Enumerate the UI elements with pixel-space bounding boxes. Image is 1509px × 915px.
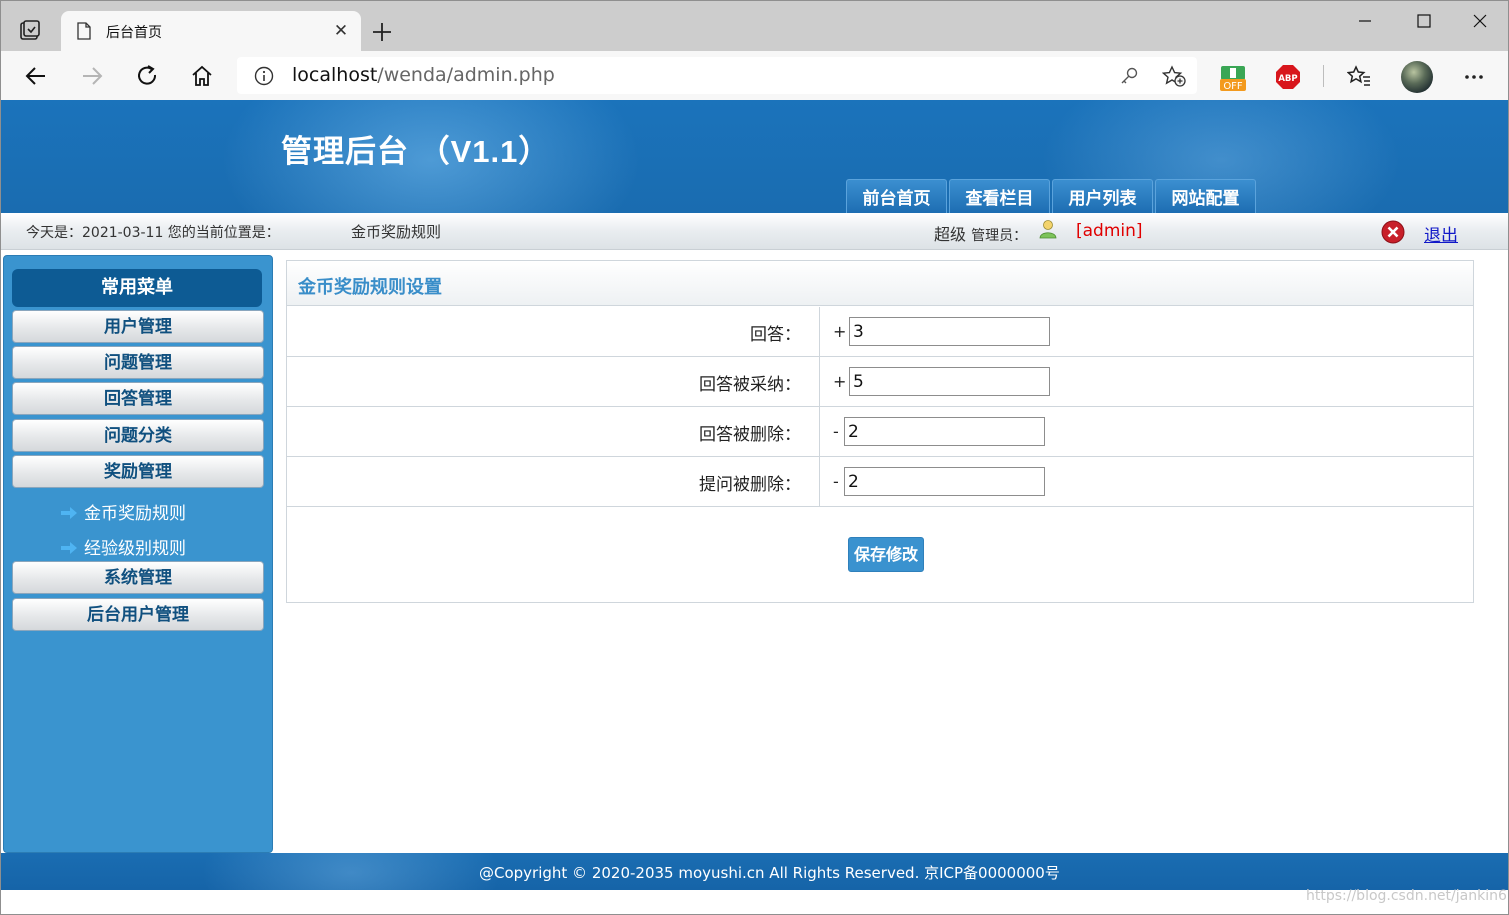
refresh-icon[interactable] bbox=[134, 63, 160, 89]
field-label: 回答被采纳： bbox=[699, 375, 801, 395]
sidebar-subitem-label: 金币奖励规则 bbox=[84, 504, 186, 524]
home-icon[interactable] bbox=[189, 63, 215, 89]
nav-front-home[interactable]: 前台首页 bbox=[846, 179, 947, 213]
sidebar-item-admin-user-management[interactable]: 后台用户管理 bbox=[12, 598, 264, 631]
toolbar-divider bbox=[1323, 65, 1324, 87]
admin-title: 管理后台 （V1.1） bbox=[281, 134, 551, 169]
sidebar-item-system-management[interactable]: 系统管理 bbox=[12, 561, 264, 594]
form-row-question-deleted: 提问被删除： - bbox=[287, 457, 1473, 507]
copyright-text: @Copyright © 2020-2035 moyushi.cn All Ri… bbox=[479, 864, 1060, 882]
role-prefix: 超级 bbox=[934, 225, 967, 244]
new-tab-icon[interactable] bbox=[369, 19, 395, 45]
logout-icon[interactable] bbox=[1381, 220, 1405, 244]
field-label: 回答： bbox=[750, 325, 801, 345]
sign-plus: + bbox=[833, 372, 847, 391]
sign-minus: - bbox=[833, 472, 839, 491]
role-suffix: 管理员： bbox=[971, 228, 1028, 244]
footer-glow bbox=[201, 853, 501, 890]
sign-plus: + bbox=[833, 322, 847, 341]
logout-link[interactable]: 退出 bbox=[1424, 221, 1458, 246]
tab-close-icon[interactable]: ✕ bbox=[331, 21, 351, 41]
url-text[interactable]: localhost/wenda/admin.php bbox=[292, 64, 555, 86]
browser-tab[interactable]: 后台首页 ✕ bbox=[61, 11, 361, 51]
reward-settings-panel: 金币奖励规则设置 回答： + 回答被采纳： + 回答被删除： - 提问被删除： … bbox=[286, 260, 1474, 603]
key-icon[interactable] bbox=[1119, 66, 1139, 86]
info-icon[interactable] bbox=[254, 66, 274, 86]
label-cell: 回答： bbox=[287, 307, 820, 356]
profile-avatar[interactable] bbox=[1401, 61, 1433, 93]
answer-accepted-coin-input[interactable] bbox=[849, 367, 1050, 396]
field-label: 提问被删除： bbox=[699, 475, 801, 495]
current-username: [admin] bbox=[1076, 221, 1143, 241]
sidebar-subitem-coin-rules[interactable]: 金币奖励规则 bbox=[60, 499, 186, 524]
tab-strip: 后台首页 ✕ bbox=[1, 1, 1508, 51]
window-close-icon[interactable] bbox=[1457, 9, 1503, 33]
sidebar-item-question-management[interactable]: 问题管理 bbox=[12, 346, 264, 379]
status-date: 今天是：2021-03-11 您的当前位置是： bbox=[26, 225, 280, 241]
maximize-icon[interactable] bbox=[1401, 9, 1447, 33]
favorites-icon[interactable] bbox=[1347, 64, 1371, 88]
form-row-answer: 回答： + bbox=[287, 307, 1473, 357]
sidebar-item-answer-management[interactable]: 回答管理 bbox=[12, 382, 264, 415]
sidebar-item-reward-management[interactable]: 奖励管理 bbox=[12, 455, 264, 488]
answer-deleted-coin-input[interactable] bbox=[844, 417, 1045, 446]
admin-header: 管理后台 （V1.1） 前台首页 查看栏目 用户列表 网站配置 bbox=[1, 100, 1508, 213]
current-location: 金币奖励规则 bbox=[351, 223, 442, 241]
arrow-right-icon bbox=[61, 542, 77, 554]
form-row-answer-accepted: 回答被采纳： + bbox=[287, 357, 1473, 407]
sidebar-item-user-management[interactable]: 用户管理 bbox=[12, 310, 264, 343]
label-cell: 回答被采纳： bbox=[287, 357, 820, 406]
tab-actions-icon[interactable] bbox=[19, 20, 41, 42]
watermark: https://blog.csdn.net/jankin6 bbox=[1306, 888, 1507, 904]
answer-coin-input[interactable] bbox=[849, 317, 1050, 346]
panel-header: 金币奖励规则设置 bbox=[287, 261, 1473, 306]
page-icon bbox=[77, 22, 91, 40]
sidebar: 常用菜单 用户管理 问题管理 回答管理 问题分类 奖励管理 金币奖励规则 经验级… bbox=[3, 255, 273, 853]
adblock-icon[interactable]: ABP bbox=[1275, 64, 1301, 90]
label-cell: 提问被删除： bbox=[287, 457, 820, 506]
minimize-icon[interactable] bbox=[1341, 9, 1387, 33]
nav-view-columns[interactable]: 查看栏目 bbox=[949, 179, 1050, 213]
add-favorite-icon[interactable] bbox=[1162, 65, 1186, 87]
sidebar-header: 常用菜单 bbox=[12, 269, 262, 307]
field-label: 回答被删除： bbox=[699, 425, 801, 445]
sign-minus: - bbox=[833, 422, 839, 441]
adblock-label: ABP bbox=[1278, 74, 1297, 84]
extension-off-label: OFF bbox=[1223, 81, 1243, 92]
footer: @Copyright © 2020-2035 moyushi.cn All Ri… bbox=[1, 853, 1508, 890]
back-icon[interactable] bbox=[23, 63, 49, 89]
arrow-right-icon bbox=[61, 507, 77, 519]
address-bar[interactable]: localhost/wenda/admin.php bbox=[237, 57, 1197, 94]
sidebar-subitem-label: 经验级别规则 bbox=[84, 539, 186, 559]
url-host: localhost bbox=[292, 64, 378, 86]
label-cell: 回答被删除： bbox=[287, 407, 820, 456]
top-nav: 前台首页 查看栏目 用户列表 网站配置 bbox=[846, 179, 1258, 213]
tab-title: 后台首页 bbox=[106, 25, 162, 41]
extension-off-icon[interactable]: OFF bbox=[1219, 64, 1247, 92]
question-deleted-coin-input[interactable] bbox=[844, 467, 1045, 496]
save-button[interactable]: 保存修改 bbox=[848, 537, 924, 572]
nav-user-list[interactable]: 用户列表 bbox=[1052, 179, 1153, 213]
sidebar-subitem-exp-rules[interactable]: 经验级别规则 bbox=[60, 534, 186, 559]
panel-title: 金币奖励规则设置 bbox=[298, 277, 442, 298]
more-icon[interactable] bbox=[1461, 64, 1487, 90]
admin-role: 超级 管理员： bbox=[934, 221, 1027, 245]
form-row-answer-deleted: 回答被删除： - bbox=[287, 407, 1473, 457]
forward-icon[interactable] bbox=[79, 63, 105, 89]
status-bar: 今天是：2021-03-11 您的当前位置是： 金币奖励规则 超级 管理员： [… bbox=[1, 213, 1508, 250]
user-icon bbox=[1039, 220, 1057, 239]
url-path: /wenda/admin.php bbox=[377, 64, 555, 86]
sidebar-item-question-category[interactable]: 问题分类 bbox=[12, 419, 264, 452]
nav-site-config[interactable]: 网站配置 bbox=[1155, 179, 1256, 213]
